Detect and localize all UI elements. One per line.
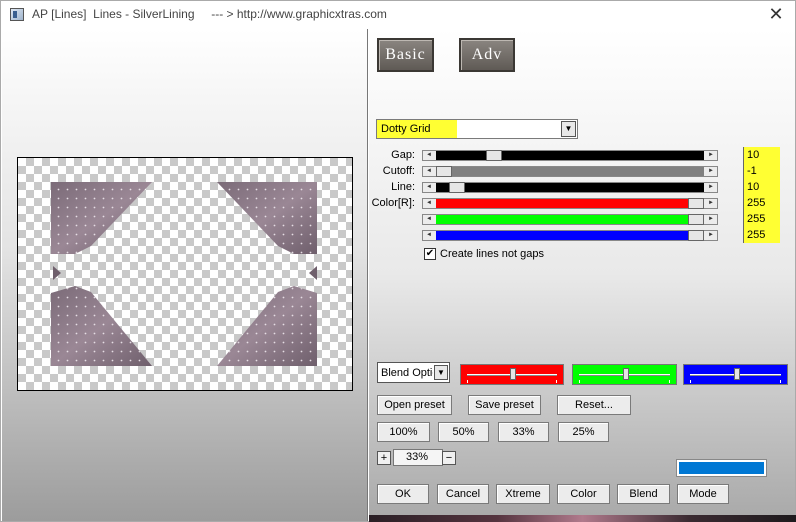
color-g-slider-thumb[interactable] [688,214,704,225]
line-slider[interactable]: ◄ ► [422,182,718,193]
cutoff-track-fill [436,167,704,176]
green-blend-slider-thumb[interactable] [622,368,629,380]
arrow-left-icon[interactable]: ◄ [423,183,435,192]
preview-panel [2,29,368,521]
color-g-value[interactable]: 255 [743,211,780,227]
controls-panel: Basic Adv Dotty Grid ▼ Gap: ◄ ► 10 Cutoff: ◄ ►… [369,29,795,519]
color-r-slider-thumb[interactable] [688,198,704,209]
arrow-right-icon[interactable]: ► [705,231,717,240]
chevron-down-icon[interactable]: ▼ [561,121,576,137]
blend-options-dropdown[interactable]: Blend Options ▼ [377,362,450,383]
create-lines-checkbox[interactable]: ✔ [424,248,436,260]
zoom-33-button[interactable]: 33% [498,422,549,442]
arrow-left-icon[interactable]: ◄ [423,167,435,176]
gap-slider-thumb[interactable] [486,150,503,161]
chevron-down-icon[interactable]: ▼ [434,365,448,380]
arrow-right-icon[interactable]: ► [705,151,717,160]
line-value[interactable]: 10 [743,179,780,195]
line-slider-thumb[interactable] [448,182,465,193]
color-r-slider[interactable]: ◄ ► [422,198,718,209]
arrow-left-icon[interactable]: ◄ [423,231,435,240]
zoom-100-button[interactable]: 100% [377,422,430,442]
gap-slider[interactable]: ◄ ► [422,150,718,161]
arrow-right-icon[interactable]: ► [705,167,717,176]
close-button[interactable]: ✕ [765,4,787,26]
color-g-slider[interactable]: ◄ ► [422,214,718,225]
gap-track-fill [436,151,704,160]
blue-blend-slider-thumb[interactable] [733,368,740,380]
slider-ticks [579,380,670,383]
zoom-out-button[interactable]: − [442,451,456,465]
red-blend-slider-thumb[interactable] [510,368,516,380]
red-blend-slider[interactable] [460,364,564,385]
create-lines-label: Create lines not gaps [440,248,544,260]
line-track-fill [436,183,704,192]
ok-button[interactable]: OK [377,484,429,504]
preview-shapes [51,182,317,366]
color-r-track-fill [436,199,704,208]
cutoff-label: Cutoff: [382,165,415,177]
color-r-label: Color[R]: [371,197,415,209]
open-preset-button[interactable]: Open preset [377,395,452,415]
arrow-right-icon[interactable]: ► [705,215,717,224]
color-b-slider-thumb[interactable] [688,230,704,241]
zoom-level-field[interactable]: 33% [393,449,443,466]
gap-value[interactable]: 10 [743,147,780,163]
reset-button[interactable]: Reset... [557,395,631,415]
green-blend-slider[interactable] [572,364,677,385]
adv-tab[interactable]: Adv [459,38,515,72]
title-bar: AP [Lines] Lines - SilverLining --- > ht… [1,1,795,29]
arrow-left-icon[interactable]: ◄ [423,215,435,224]
blend-options-value: Blend Options [381,367,433,379]
mode-button[interactable]: Mode [677,484,729,504]
color-b-track-fill [436,231,704,240]
app-icon [10,8,24,21]
cutoff-slider-thumb[interactable] [436,166,452,177]
cutoff-value[interactable]: -1 [743,163,780,179]
blend-button[interactable]: Blend [617,484,670,504]
arrow-left-icon[interactable]: ◄ [423,151,435,160]
arrow-right-icon[interactable]: ► [705,183,717,192]
preset-dropdown[interactable]: Dotty Grid ▼ [376,119,578,139]
plugin-window: AP [Lines] Lines - SilverLining --- > ht… [0,0,796,522]
color-button[interactable]: Color [557,484,610,504]
arrow-right-icon[interactable]: ► [705,199,717,208]
xtreme-button[interactable]: Xtreme [496,484,550,504]
gap-label: Gap: [391,149,415,161]
background-image-strip [369,515,796,522]
color-b-slider[interactable]: ◄ ► [422,230,718,241]
arrow-left-icon[interactable]: ◄ [423,199,435,208]
preset-value: Dotty Grid [381,123,431,135]
color-r-value[interactable]: 255 [743,195,780,211]
slider-ticks [467,380,557,383]
color-g-track-fill [436,215,704,224]
blue-blend-slider[interactable] [683,364,788,385]
preview-image [51,182,317,366]
zoom-50-button[interactable]: 50% [438,422,489,442]
zoom-25-button[interactable]: 25% [558,422,609,442]
preview-canvas[interactable] [17,157,353,391]
color-swatch[interactable] [676,459,767,477]
window-title: AP [Lines] Lines - SilverLining --- > ht… [32,7,387,21]
color-b-value[interactable]: 255 [743,227,780,243]
slider-ticks [690,380,781,383]
cancel-button[interactable]: Cancel [437,484,489,504]
save-preset-button[interactable]: Save preset [468,395,541,415]
zoom-in-button[interactable]: + [377,451,391,465]
basic-tab[interactable]: Basic [377,38,434,72]
line-label: Line: [391,181,415,193]
cutoff-slider[interactable]: ◄ ► [422,166,718,177]
